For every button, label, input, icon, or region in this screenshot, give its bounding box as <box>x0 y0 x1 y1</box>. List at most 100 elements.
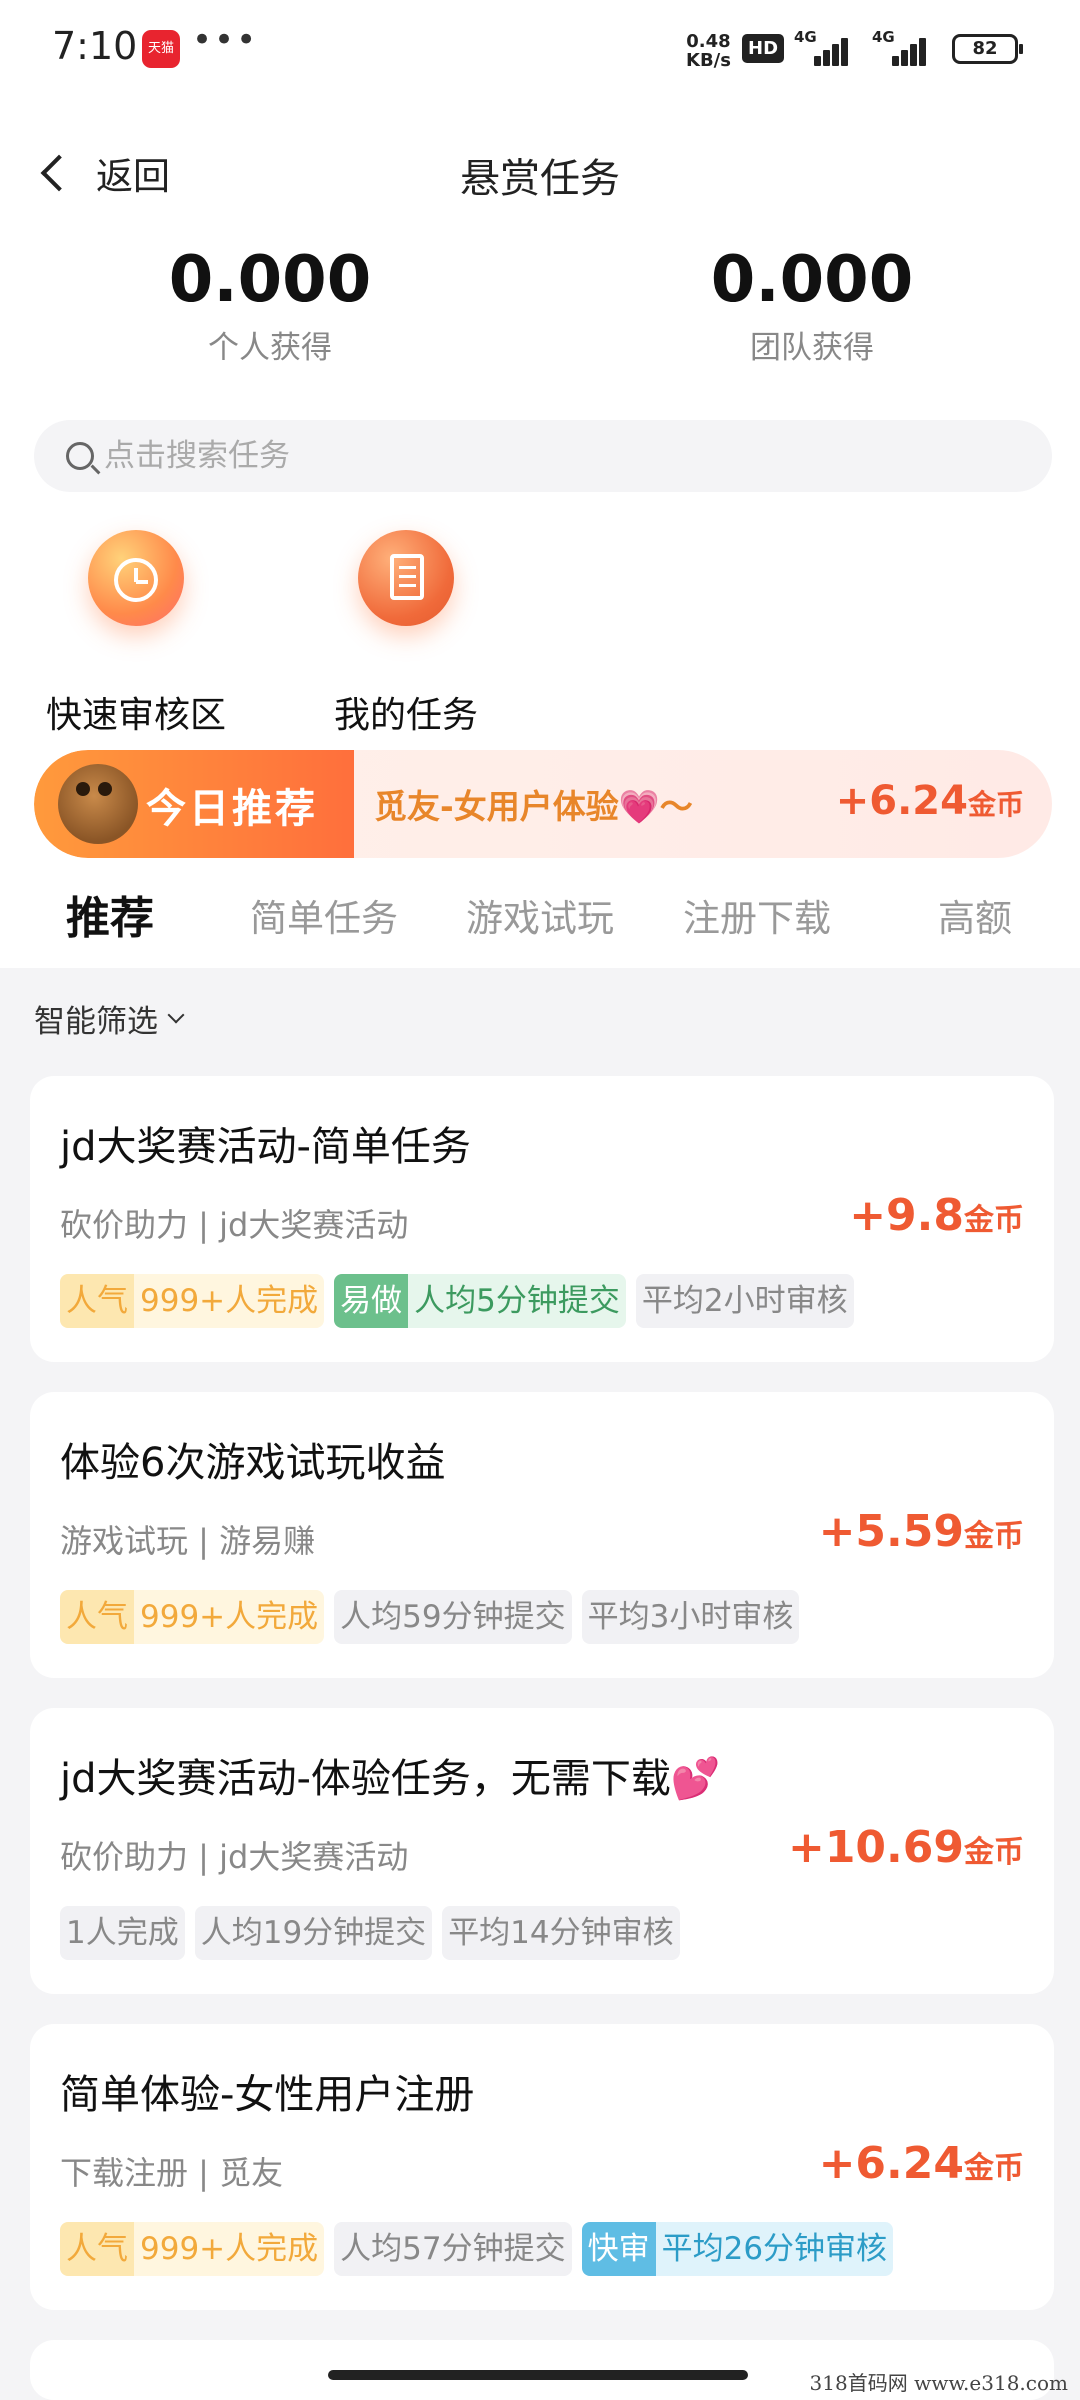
smart-filter-dropdown[interactable]: 智能筛选 <box>34 996 185 1041</box>
task-tag-key: 人气 <box>60 1274 134 1328</box>
team-earnings-label: 团队获得 <box>750 330 874 366</box>
network-type: 4G <box>872 28 895 46</box>
task-reward-unit: 金币 <box>964 2151 1024 2186</box>
back-button[interactable]: 返回 <box>36 146 170 200</box>
chevron-left-icon <box>40 154 78 192</box>
banner-tag: 今日推荐 <box>146 786 318 832</box>
quick-review-label: 快速审核区 <box>45 695 226 736</box>
tab-label: 高额 <box>938 897 1012 940</box>
category-tabs: 推荐 简单任务 游戏试玩 注册下载 高额 <box>0 880 1080 960</box>
task-reward: +6.24金币 <box>819 2138 1024 2189</box>
task-tags: 1人完成 人均19分钟提交 平均14分钟审核 <box>60 1906 690 1960</box>
task-reward: +9.8金币 <box>849 1190 1024 1241</box>
task-title: jd大奖赛活动-体验任务，无需下载💕 <box>60 1756 721 1802</box>
task-title: 简单体验-女性用户注册 <box>60 2072 475 2118</box>
app-notification-icon: 天猫 <box>142 30 180 68</box>
task-subtitle: 下载注册 | 觅友 <box>60 2154 284 2192</box>
task-tags: 人气 999+人完成 人均59分钟提交 平均3小时审核 <box>60 1590 809 1644</box>
home-indicator[interactable] <box>328 2370 748 2380</box>
today-recommend-banner[interactable]: 今日推荐 觅友-女用户体验💗～ +6.24金币 <box>34 750 1052 858</box>
task-tag-value: 999+人完成 <box>134 1274 325 1328</box>
task-reward: +10.69金币 <box>788 1822 1024 1873</box>
personal-earnings: 0.000 个人获得 <box>70 242 470 367</box>
banner-tag-area: 今日推荐 <box>34 750 354 858</box>
task-tag: 平均3小时审核 <box>581 1590 800 1644</box>
task-subtitle: 砍价助力 | jd大奖赛活动 <box>60 1838 409 1876</box>
hd-voice-icon: HD <box>742 34 785 63</box>
task-reward-value: +5.59 <box>818 1506 964 1557</box>
tab-high-reward[interactable]: 高额 <box>938 888 1012 942</box>
task-card[interactable]: jd大奖赛活动-简单任务砍价助力 | jd大奖赛活动 +9.8金币人气 999+人完… <box>30 1076 1054 1362</box>
puppy-icon <box>58 764 138 844</box>
chevron-down-icon <box>167 1006 185 1023</box>
banner-reward-unit: 金币 <box>967 788 1024 821</box>
task-tag: 平均14分钟审核 <box>442 1906 680 1960</box>
tab-simple[interactable]: 简单任务 <box>250 888 398 942</box>
my-tasks-entry[interactable]: 我的任务 <box>276 530 536 738</box>
team-earnings-value: 0.000 <box>710 243 914 317</box>
tab-recommend[interactable]: 推荐 <box>22 882 202 954</box>
task-tag-key: 人气 <box>60 2222 134 2276</box>
search-icon <box>66 442 94 470</box>
task-reward-unit: 金币 <box>964 1835 1024 1870</box>
task-title: jd大奖赛活动-简单任务 <box>60 1124 471 1170</box>
tab-label: 推荐 <box>66 893 154 944</box>
task-tag-value: 平均26分钟审核 <box>655 2222 894 2276</box>
status-time: 7:10 <box>52 24 138 68</box>
tab-game-trial[interactable]: 游戏试玩 <box>466 888 614 942</box>
task-tag: 快审 平均26分钟审核 <box>581 2222 894 2276</box>
task-subtitle: 游戏试玩 | 游易赚 <box>60 1522 316 1560</box>
task-tag: 人气 999+人完成 <box>60 1274 325 1328</box>
task-tags: 人气 999+人完成 易做 人均5分钟提交 平均2小时审核 <box>60 1274 864 1328</box>
personal-earnings-label: 个人获得 <box>208 330 332 366</box>
task-tag-value: 人均5分钟提交 <box>408 1274 626 1328</box>
signal-icon: 4G <box>872 28 928 66</box>
signal-icon: 4G <box>794 28 850 66</box>
task-card[interactable]: jd大奖赛活动-体验任务，无需下载💕 砍价助力 | jd大奖赛活动 +10.69金币… <box>30 1708 1054 1994</box>
task-reward-value: +9.8 <box>849 1190 964 1241</box>
quick-review-entry[interactable]: 快速审核区 <box>6 530 266 738</box>
task-tag-value: 999+人完成 <box>134 1590 325 1644</box>
network-speed: 0.48 KB/s <box>686 32 731 70</box>
notebook-icon <box>358 530 454 626</box>
task-tag-value: 平均14分钟审核 <box>442 1906 680 1960</box>
task-tags: 人气 999+人完成 人均57分钟提交 快审 平均26分钟审核 <box>60 2222 903 2276</box>
tab-label: 注册下载 <box>683 897 831 940</box>
banner-reward: +6.24金币 <box>836 778 1024 824</box>
search-bar[interactable] <box>34 420 1052 492</box>
status-bar: 7:10 天猫 ••• 0.48 KB/s HD 4G 4G 82 <box>0 0 1080 100</box>
task-tag-value: 1人完成 <box>60 1906 185 1960</box>
task-tag: 1人完成 <box>60 1906 185 1960</box>
alarm-clock-icon <box>88 530 184 626</box>
nav-bar: 悬赏任务 返回 <box>0 140 1080 204</box>
task-tag-value: 平均2小时审核 <box>635 1274 854 1328</box>
task-tag-key: 人气 <box>60 1590 134 1644</box>
task-reward-unit: 金币 <box>964 1519 1024 1554</box>
tab-register-download[interactable]: 注册下载 <box>683 888 831 942</box>
search-input[interactable] <box>104 438 904 474</box>
task-tag: 人气 999+人完成 <box>60 2222 325 2276</box>
task-card[interactable]: 体验6次游戏试玩收益 游戏试玩 | 游易赚 +5.59金币 人气 999+人完成 人均59… <box>30 1392 1054 1678</box>
network-type: 4G <box>794 28 817 46</box>
task-reward-unit: 金币 <box>964 1203 1024 1238</box>
task-tag: 人气 999+人完成 <box>60 1590 325 1644</box>
task-card[interactable]: 简单体验-女性用户注册下载注册 | 觅友 +6.24金币人气 999+人完成 人均57… <box>30 2024 1054 2310</box>
banner-text: 觅友-女用户体验💗～ <box>374 787 693 826</box>
task-tag-key: 快审 <box>581 2222 656 2276</box>
team-earnings: 0.000 团队获得 <box>612 242 1012 367</box>
tab-label: 游戏试玩 <box>466 897 614 940</box>
task-tag-value: 人均19分钟提交 <box>194 1906 433 1960</box>
battery-icon: 82 <box>952 34 1023 64</box>
task-tag-key: 易做 <box>334 1274 409 1328</box>
more-notifications-icon: ••• <box>192 20 259 60</box>
task-tag: 平均2小时审核 <box>635 1274 854 1328</box>
task-reward: +5.59金币 <box>819 1506 1024 1557</box>
task-tag-value: 人均59分钟提交 <box>334 1590 572 1644</box>
battery-level: 82 <box>972 38 998 59</box>
task-tag-value: 平均3小时审核 <box>581 1590 800 1644</box>
task-tag-value: 人均57分钟提交 <box>334 2222 572 2276</box>
task-reward-value: +10.69 <box>787 1822 964 1873</box>
task-subtitle: 砍价助力 | jd大奖赛活动 <box>60 1206 409 1244</box>
task-tag: 人均19分钟提交 <box>194 1906 433 1960</box>
back-label: 返回 <box>96 155 170 198</box>
